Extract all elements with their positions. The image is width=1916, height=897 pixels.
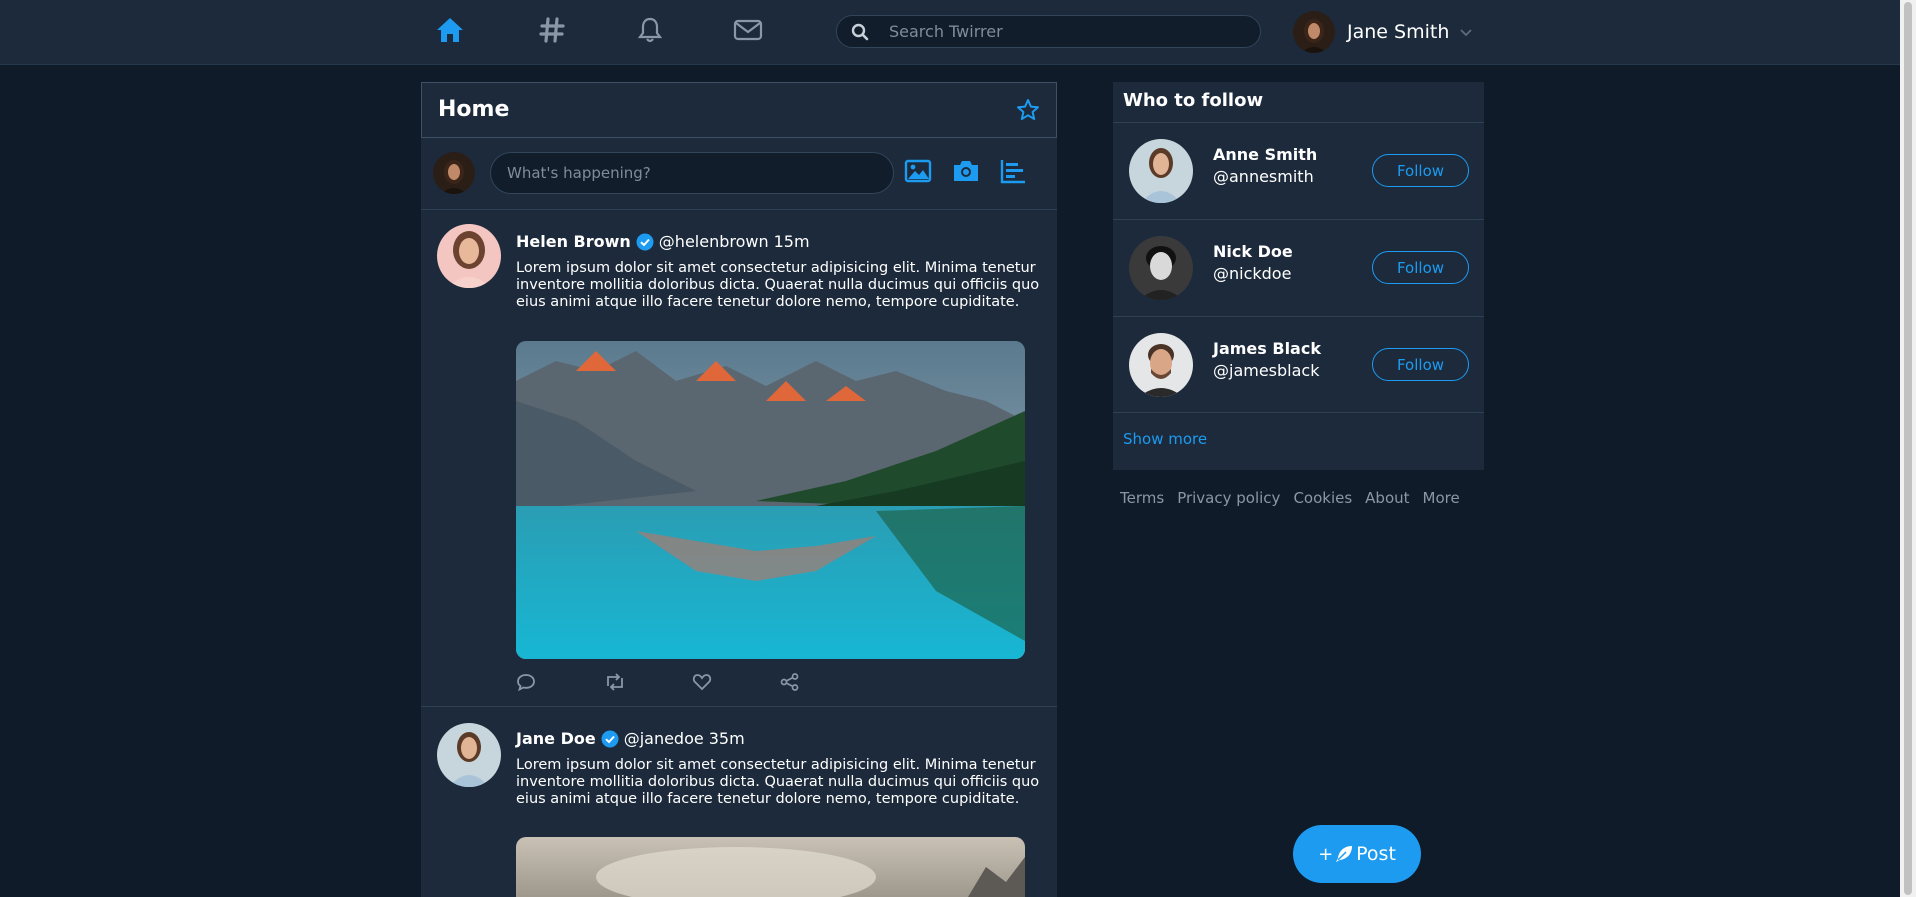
follow-suggestion: Nick Doe @nickdoe Follow [1113,220,1484,316]
footer-link-terms[interactable]: Terms [1120,489,1164,507]
bell-icon[interactable] [634,14,666,46]
avatar[interactable] [1129,333,1193,397]
tweet-handle[interactable]: @janedoe [624,729,704,748]
tweet-image[interactable] [516,341,1025,659]
panel-title: Who to follow [1123,90,1264,111]
suggestion-name[interactable]: Nick Doe [1213,242,1293,261]
verified-badge-icon [636,233,654,251]
footer-link-about[interactable]: About [1365,489,1409,507]
suggestion-name[interactable]: James Black [1213,339,1321,358]
post-button-label: Post [1356,843,1396,865]
suggestion-handle: @annesmith [1213,167,1314,186]
tweet-card: Helen Brown @helenbrown 15m Lorem ipsum … [421,210,1057,707]
tweet-handle[interactable]: @helenbrown [659,232,769,251]
avatar[interactable] [437,723,501,787]
tweet-card: Jane Doe @janedoe 35m Lorem ipsum dolor … [421,707,1057,897]
tweet-author[interactable]: Jane Doe [516,729,596,748]
main-feed: Home Helen Brown @helenbrown 15m Lorem i… [421,82,1057,897]
scrollbar-thumb[interactable] [1904,2,1912,895]
avatar[interactable] [437,224,501,288]
page-title: Home [438,97,510,122]
chevron-down-icon [1459,23,1473,42]
feather-icon [1334,844,1354,864]
share-icon[interactable] [780,673,868,691]
camera-icon[interactable] [952,158,980,188]
top-navbar: Jane Smith [0,0,1900,65]
user-name: Jane Smith [1347,21,1450,43]
tweet-text: Lorem ipsum dolor sit amet consectetur a… [516,260,1040,310]
home-icon[interactable] [434,14,466,46]
tweet-header: Helen Brown @helenbrown 15m [516,232,810,251]
search-input[interactable] [889,16,1249,47]
star-icon[interactable] [1016,98,1040,126]
follow-suggestion: Anne Smith @annesmith Follow [1113,123,1484,219]
like-icon[interactable] [692,673,780,691]
avatar[interactable] [1129,236,1193,300]
tweet-actions [516,673,868,691]
who-to-follow-panel: Who to follow Anne Smith @annesmith Foll… [1113,82,1484,470]
search-icon [851,23,869,45]
footer-link-more[interactable]: More [1423,489,1460,507]
composer-input[interactable] [490,152,894,194]
footer-link-privacy[interactable]: Privacy policy [1177,489,1280,507]
tweet-author[interactable]: Helen Brown [516,232,631,251]
page-scrollbar[interactable] [1900,0,1916,897]
footer-link-cookies[interactable]: Cookies [1293,489,1352,507]
avatar [1293,11,1335,53]
avatar[interactable] [1129,139,1193,203]
show-more-link[interactable]: Show more [1123,430,1207,448]
follow-button[interactable]: Follow [1372,251,1469,284]
envelope-icon[interactable] [732,14,764,46]
verified-badge-icon [601,730,619,748]
follow-button[interactable]: Follow [1372,154,1469,187]
poll-icon[interactable] [999,158,1027,188]
suggestion-handle: @nickdoe [1213,264,1292,283]
tweet-text: Lorem ipsum dolor sit amet consectetur a… [516,757,1040,807]
post-button[interactable]: + Post [1293,825,1421,883]
tweet-time: 15m [773,232,810,251]
footer-links: Terms Privacy policy Cookies About More [1120,489,1473,507]
search-bar [836,15,1261,48]
suggestion-name[interactable]: Anne Smith [1213,145,1317,164]
tweet-time: 35m [708,729,745,748]
tweet-image[interactable] [516,837,1025,897]
suggestion-handle: @jamesblack [1213,361,1320,380]
divider [1113,412,1484,413]
follow-button[interactable]: Follow [1372,348,1469,381]
user-menu[interactable]: Jane Smith [1293,10,1473,54]
plus-icon: + [1318,843,1334,865]
follow-suggestion: James Black @jamesblack Follow [1113,317,1484,413]
reply-icon[interactable] [516,673,604,691]
image-icon[interactable] [904,158,932,188]
retweet-icon[interactable] [604,673,692,691]
avatar [433,152,475,194]
feed-header: Home [421,82,1057,138]
tweet-header: Jane Doe @janedoe 35m [516,729,745,748]
hashtag-icon[interactable] [536,14,568,46]
